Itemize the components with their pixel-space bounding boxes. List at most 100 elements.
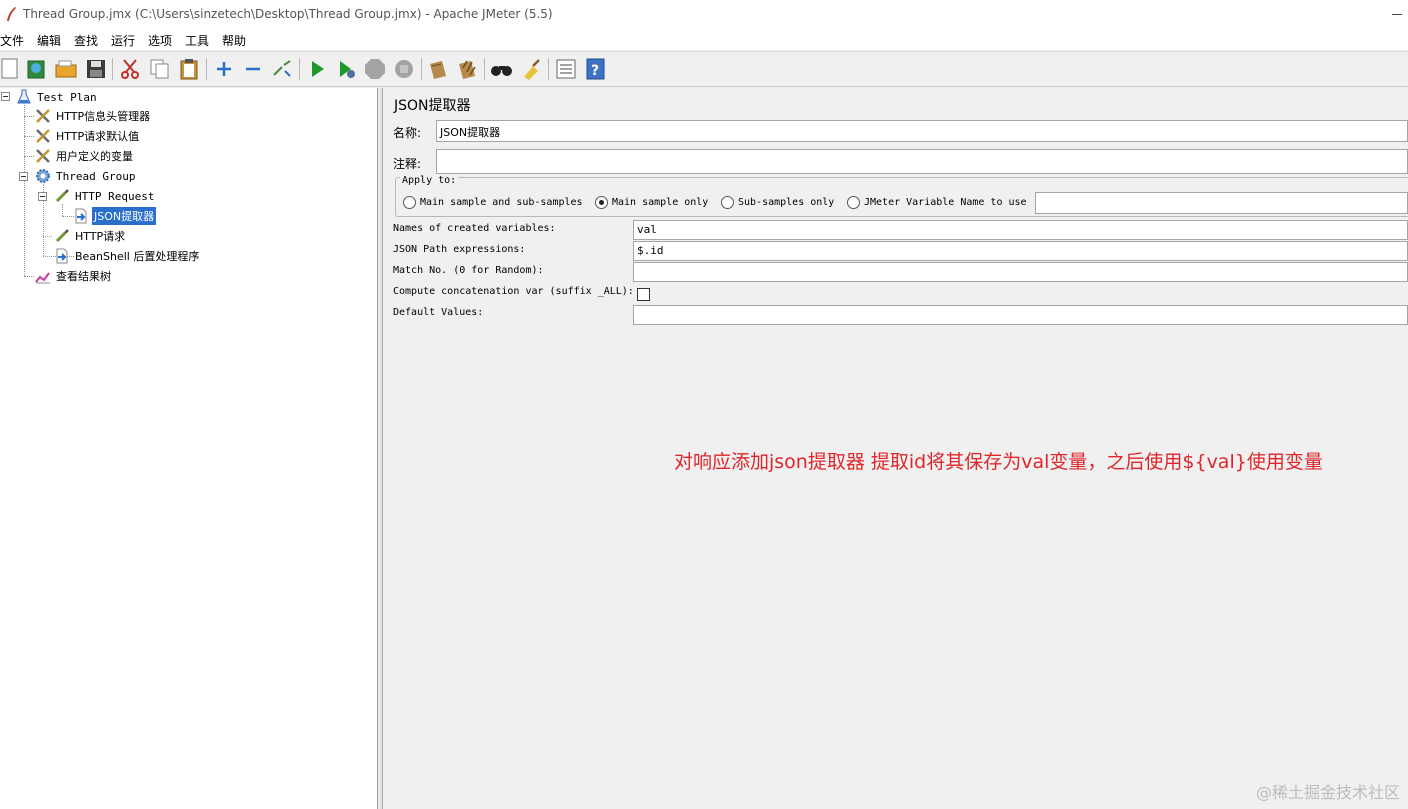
toolbar-separator [484,58,485,80]
copy-icon[interactable] [148,57,172,81]
start-no-pauses-icon[interactable] [334,57,358,81]
expand-icon[interactable] [212,57,236,81]
tree-item-json-extractor[interactable]: JSON提取器 [73,207,157,225]
pane-splitter[interactable] [379,88,383,809]
tree-connector [62,204,63,216]
names-label: Names of created variables: [393,223,556,234]
match-no-field[interactable] [633,262,1408,282]
stop-icon[interactable] [363,57,387,81]
menu-tools[interactable]: 工具 [185,32,209,49]
apply-to-title: Apply to: [400,175,459,186]
toolbar-separator [206,58,207,80]
pipette-icon [55,189,69,203]
reset-search-icon[interactable] [519,57,543,81]
default-values-label: Default Values: [393,307,484,318]
tree-item-http-request[interactable]: HTTP Request [54,187,156,205]
radio-main-and-sub-samples[interactable]: Main sample and sub-samples [403,196,583,209]
new-icon[interactable] [0,57,22,81]
tree-item-view-results-tree[interactable]: 查看结果树 [35,267,113,285]
templates-icon[interactable] [25,57,49,81]
test-plan-tree: Test Plan HTTP信息头管理器 HTTP请求默认值 用户定义的变量 T… [0,88,378,809]
radio-indicator [403,196,416,209]
wrench-icon [36,109,50,123]
annotation-note: 对响应添加json提取器 提取id将其保存为val变量，之后使用${val}使用… [674,451,1323,473]
comment-field[interactable] [436,149,1408,174]
menu-file[interactable]: 文件 [0,32,24,49]
panel-title: JSON提取器 [394,98,471,114]
wrench-icon [36,149,50,163]
toolbar-separator [299,58,300,80]
tree-connector [24,156,34,157]
tree-item-http-request-2[interactable]: HTTP请求 [54,227,127,245]
graph-icon [35,272,50,284]
paste-icon[interactable] [177,57,201,81]
cut-icon[interactable] [118,57,142,81]
collapse-icon[interactable] [241,57,265,81]
gear-icon [36,169,50,183]
svg-text:?: ? [591,63,599,79]
title-bar: Thread Group.jmx (C:\Users\sinzetech\Des… [0,0,1408,30]
tree-connector [24,136,34,137]
menu-help[interactable]: 帮助 [222,32,246,49]
radio-indicator-selected [595,196,608,209]
collapse-test-plan-toggle[interactable] [1,92,10,101]
watermark: @稀土掘金技术社区 [1255,783,1400,802]
toggle-icon[interactable] [270,57,294,81]
tree-connector [43,236,52,237]
tree-connector [24,116,34,117]
names-field[interactable]: val [633,220,1408,240]
collapse-http-request-toggle[interactable] [38,192,47,201]
comment-label: 注释: [393,157,422,171]
collapse-thread-group-toggle[interactable] [19,172,28,181]
save-icon[interactable] [84,57,108,81]
tree-item-thread-group[interactable]: Thread Group [35,167,137,185]
tree-item-beanshell-postprocessor[interactable]: BeanShell 后置处理程序 [54,247,201,265]
jmeter-feather-icon [7,7,16,21]
tree-item-user-defined-variables[interactable]: 用户定义的变量 [35,147,135,165]
json-path-label: JSON Path expressions: [393,244,526,255]
tree-connector [24,276,34,277]
pipette-icon [55,229,69,243]
radio-main-sample-only[interactable]: Main sample only [595,196,708,209]
clear-icon[interactable] [426,57,450,81]
radio-indicator [721,196,734,209]
function-helper-icon[interactable] [554,57,578,81]
radio-jmeter-variable[interactable]: JMeter Variable Name to use [847,196,1027,209]
tree-item-http-header-manager[interactable]: HTTP信息头管理器 [35,107,152,125]
window-title: Thread Group.jmx (C:\Users\sinzetech\Des… [23,7,553,21]
minimize-button[interactable] [1392,14,1402,15]
tree-item-test-plan[interactable]: Test Plan [16,88,99,106]
flask-icon [17,89,31,104]
jmeter-variable-field[interactable] [1035,192,1408,214]
shutdown-icon[interactable] [392,57,416,81]
tree-connector [24,105,25,276]
name-label: 名称: [393,126,422,140]
concat-checkbox[interactable] [637,288,650,301]
menu-bar: 文件 编辑 查找 运行 选项 工具 帮助 [0,30,1408,50]
toolbar-separator [112,58,113,80]
toolbar-separator [548,58,549,80]
menu-options[interactable]: 选项 [148,32,172,49]
start-icon[interactable] [305,57,329,81]
concat-label: Compute concatenation var (suffix _ALL): [393,286,634,297]
clear-all-icon[interactable] [455,57,479,81]
post-processor-icon [56,248,68,264]
menu-search[interactable]: 查找 [74,32,98,49]
toolbar-separator [421,58,422,80]
radio-sub-samples-only[interactable]: Sub-samples only [721,196,834,209]
menu-run[interactable]: 运行 [111,32,135,49]
json-extractor-panel: JSON提取器 名称: JSON提取器 注释: Apply to: Main s… [384,88,1408,809]
toolbar: ? [0,51,1408,87]
menu-edit[interactable]: 编辑 [37,32,61,49]
json-path-field[interactable]: $.id [633,241,1408,261]
default-values-field[interactable] [633,305,1408,325]
search-icon[interactable] [490,57,514,81]
help-icon[interactable]: ? [584,57,608,81]
open-icon[interactable] [54,57,78,81]
match-no-label: Match No. (0 for Random): [393,265,544,276]
wrench-icon [36,129,50,143]
name-field[interactable]: JSON提取器 [436,120,1408,142]
radio-indicator [847,196,860,209]
tree-item-http-request-defaults[interactable]: HTTP请求默认值 [35,127,141,145]
post-processor-icon [75,208,87,224]
